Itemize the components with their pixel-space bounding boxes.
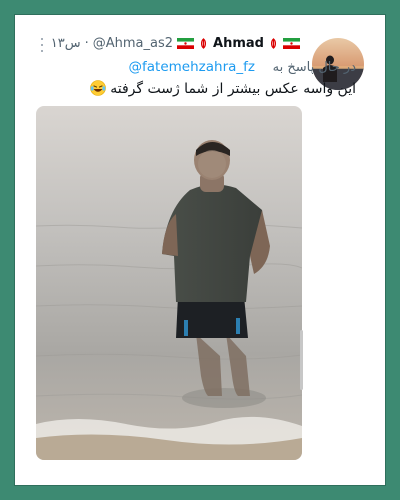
iran-flag-icon bbox=[283, 38, 300, 49]
reply-context-label: در حال پاسخ به bbox=[272, 60, 356, 75]
separator-dot: · bbox=[84, 36, 89, 51]
iran-emblem-icon bbox=[270, 38, 277, 49]
reply-mention-link[interactable]: @fatemehzahra_fz bbox=[129, 59, 255, 75]
iran-flag-icon bbox=[177, 38, 195, 49]
display-name[interactable]: Ahmad bbox=[213, 36, 264, 51]
iran-emblem-icon bbox=[201, 38, 207, 49]
beach-photo-image bbox=[36, 106, 302, 460]
more-icon[interactable] bbox=[38, 38, 46, 52]
tweet-time[interactable]: ۱۳س bbox=[51, 36, 81, 51]
scrollbar[interactable] bbox=[300, 330, 303, 390]
tweet-body: این واسه عکس بیشتر از شما ژست گرفته bbox=[110, 81, 356, 97]
laughing-tears-emoji-icon bbox=[89, 80, 106, 96]
user-handle[interactable]: @Ahma_as2 bbox=[93, 36, 173, 51]
tweet-text: این واسه عکس بیشتر از شما ژست گرفته bbox=[89, 80, 356, 97]
tweet-photo[interactable] bbox=[36, 106, 302, 460]
tweet-header: ۱۳س · @Ahma_as2 Ahmad bbox=[51, 36, 300, 51]
